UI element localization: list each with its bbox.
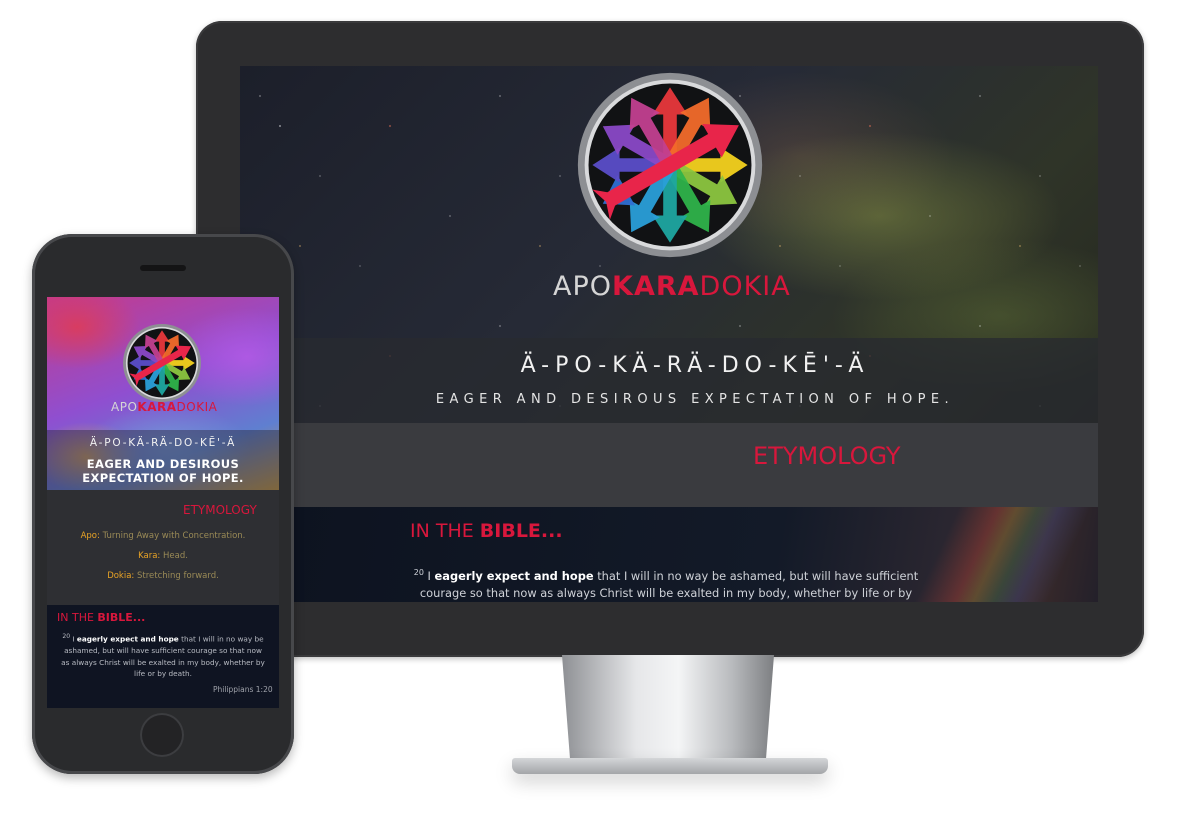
- phone-pronunciation-heading: Ä-PO-KÄ-RÄ-DO-KĒ'-Ä: [89, 437, 237, 449]
- bible-heading: IN THE BIBLE...: [410, 520, 563, 542]
- monitor-base: [512, 758, 828, 774]
- phone-verse-reference: Philippians 1:20: [213, 685, 273, 694]
- phone-brand-part-kara: KARA: [137, 400, 177, 414]
- phone-meaning-line2: EXPECTATION OF HOPE.: [82, 471, 244, 485]
- phone-verse-number: 20: [62, 633, 71, 640]
- phone-screen: APOKARADOKIA Ä-PO-KÄ-RÄ-DO-KĒ'-Ä EAGER A…: [47, 297, 279, 708]
- compass-arrow-logo-icon[interactable]: [573, 68, 767, 262]
- phone-verse-pre: I: [70, 634, 77, 644]
- phone-etymology-heading: ETYMOLOGY: [183, 503, 257, 517]
- definition-desc: Stretching forward.: [134, 571, 219, 581]
- phone-bible-heading-prefix: IN THE: [57, 611, 98, 624]
- phone-compass-arrow-logo-icon[interactable]: [121, 322, 203, 404]
- definition-term: Dokia:: [107, 571, 135, 581]
- phone-definition-kara: Kara: Head.: [47, 551, 279, 561]
- verse-number: 20: [413, 568, 424, 577]
- definition-term: Apo:: [80, 531, 100, 541]
- pronunciation-heading: Ä-PO-KÄ-RÄ-DO-KĒ'-Ä: [520, 353, 870, 378]
- desktop-screen: APOKARADOKIA Ä-PO-KÄ-RÄ-DO-KĒ'-Ä EAGER A…: [240, 66, 1098, 602]
- hero-caption-band: [292, 338, 1098, 423]
- brand-wordmark: APOKARADOKIA: [553, 271, 791, 302]
- meaning-subheading: EAGER AND DESIROUS EXPECTATION OF HOPE.: [435, 392, 955, 407]
- etymology-heading: ETYMOLOGY: [753, 442, 901, 470]
- definition-desc: Turning Away with Concentration.: [99, 531, 246, 541]
- brand-part-kara: KARA: [612, 271, 700, 302]
- definition-desc: Head.: [160, 551, 188, 561]
- phone-definition-dokia: Dokia: Stretching forward.: [47, 571, 279, 581]
- phone-speaker: [140, 265, 186, 271]
- brand-part-apo: APO: [553, 271, 613, 302]
- phone-definition-apo: Apo: Turning Away with Concentration.: [47, 531, 279, 541]
- phone-verse-emphasis: eagerly expect and hope: [76, 634, 179, 644]
- monitor-stand: [562, 655, 774, 765]
- phone-bible-heading: IN THE BIBLE...: [57, 611, 145, 624]
- phone-brand-wordmark: APOKARADOKIA: [111, 400, 217, 414]
- phone-verse-text: 20 I eagerly expect and hope that I will…: [59, 631, 267, 680]
- verse-emphasis: eagerly expect and hope: [434, 568, 594, 583]
- phone-brand-part-dokia: DOKIA: [176, 400, 218, 414]
- verse-text: 20 I eagerly expect and hope that I will…: [406, 564, 926, 602]
- phone-home-button[interactable]: [140, 713, 184, 757]
- phone-meaning-line1: EAGER AND DESIROUS: [86, 457, 240, 471]
- bible-heading-emphasis: BIBLE...: [479, 520, 563, 542]
- etymology-section: [292, 423, 1098, 507]
- bible-heading-prefix: IN THE: [410, 520, 480, 542]
- verse-pre: I: [423, 568, 435, 583]
- phone-bible-heading-emphasis: BIBLE...: [97, 611, 146, 624]
- brand-part-dokia: DOKIA: [699, 271, 791, 302]
- phone-brand-part-apo: APO: [111, 400, 138, 414]
- definition-term: Kara:: [138, 551, 161, 561]
